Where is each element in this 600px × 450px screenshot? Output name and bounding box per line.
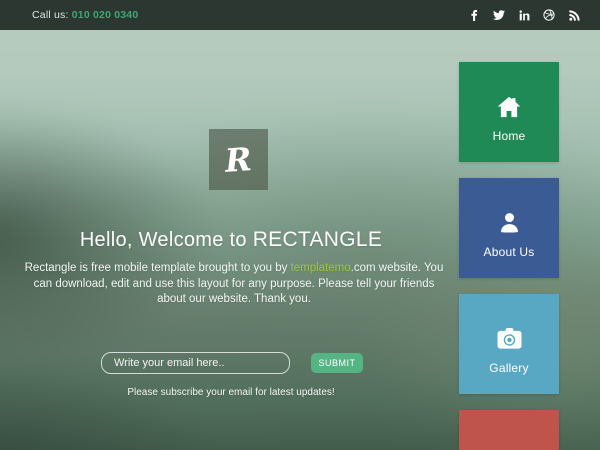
home-icon xyxy=(496,94,522,120)
rectangle-landing-page: Call us: 010 020 0340 R Hello, Welcome t… xyxy=(0,0,600,450)
tile-label: Gallery xyxy=(489,361,528,375)
logo-letter: R xyxy=(224,143,253,177)
page-title: Hello, Welcome to RECTANGLE xyxy=(0,228,462,252)
site-logo: R xyxy=(209,129,268,190)
linkedin-icon[interactable] xyxy=(518,9,530,21)
facebook-icon[interactable] xyxy=(468,9,480,21)
top-bar: Call us: 010 020 0340 xyxy=(0,0,600,30)
dribbble-icon[interactable] xyxy=(543,9,555,21)
tile-label: Home xyxy=(493,129,526,143)
twitter-icon[interactable] xyxy=(493,9,505,21)
nav-tile-about-us[interactable]: About Us xyxy=(459,178,559,278)
submit-button[interactable]: SUBMIT xyxy=(311,353,363,373)
rss-icon[interactable] xyxy=(568,9,580,21)
title-brand: RECTANGLE xyxy=(253,228,383,251)
title-prefix: Hello, Welcome to xyxy=(80,229,253,251)
tile-label: About Us xyxy=(484,245,535,259)
desc-text-before: Rectangle is free mobile template brough… xyxy=(25,262,291,274)
phone-number-link[interactable]: 010 020 0340 xyxy=(72,9,139,21)
camera-icon xyxy=(496,326,523,352)
email-input[interactable] xyxy=(101,352,290,374)
intro-paragraph: Rectangle is free mobile template brough… xyxy=(20,261,448,308)
templatemo-link[interactable]: templatemo xyxy=(291,262,351,274)
user-icon xyxy=(497,210,522,236)
call-us-label: Call us: xyxy=(32,9,69,21)
social-icons-row xyxy=(468,9,580,21)
nav-tile-gallery[interactable]: Gallery xyxy=(459,294,559,394)
nav-tile-contact[interactable] xyxy=(459,410,559,450)
nav-tile-home[interactable]: Home xyxy=(459,62,559,162)
call-us-text: Call us: 010 020 0340 xyxy=(32,9,138,21)
subscribe-note: Please subscribe your email for latest u… xyxy=(0,387,462,398)
